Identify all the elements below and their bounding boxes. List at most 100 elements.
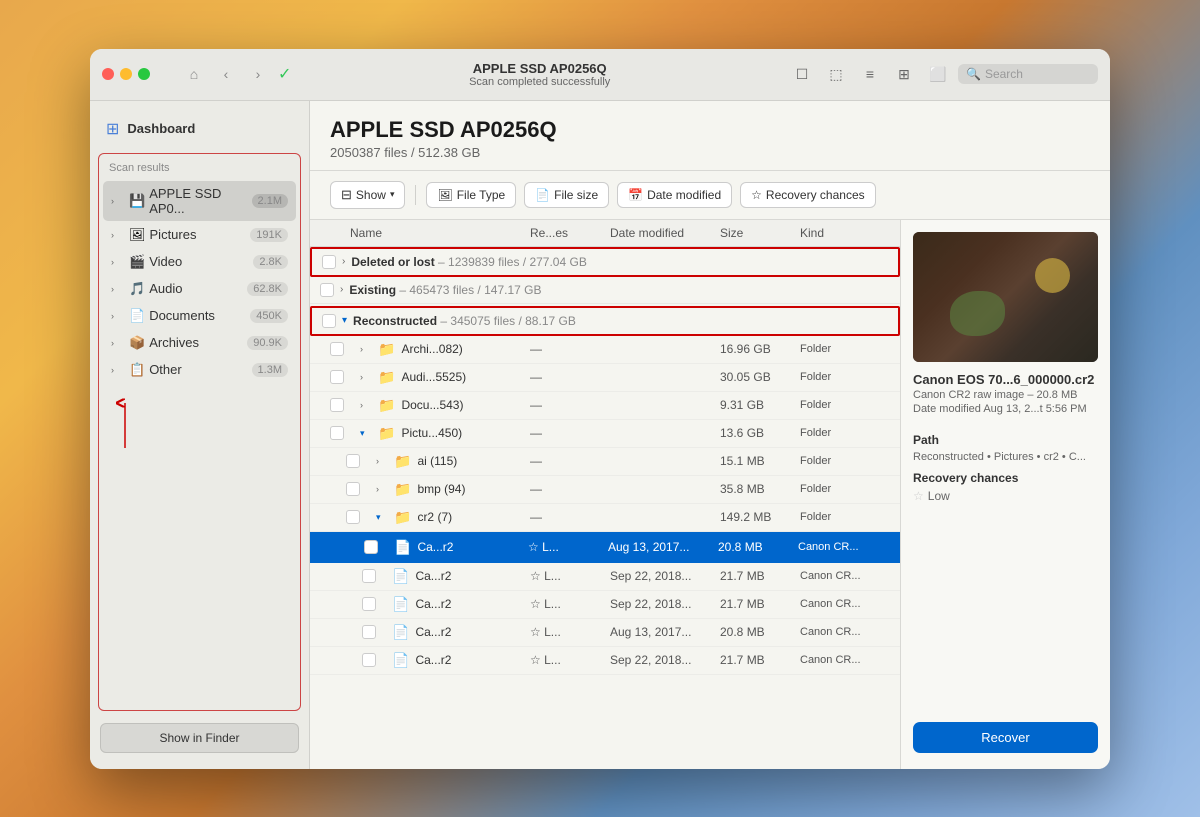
close-button[interactable] <box>102 68 114 80</box>
chevron-down-icon: ▾ <box>390 189 395 200</box>
folder-icon-ai: 📁 <box>394 453 411 470</box>
expand-arrow-icon: › <box>111 284 125 294</box>
group-deleted-checkbox[interactable] <box>322 255 336 269</box>
folder-icon-pictu: 📁 <box>378 425 395 442</box>
grid-view-button[interactable]: ⊞ <box>890 60 918 88</box>
list-header: Name Re...es Date modified Size Kind <box>310 220 900 247</box>
checkbox-ai[interactable] <box>346 454 360 468</box>
file-row-cr2-file2[interactable]: 📄 Ca...r2 ☆ L... Sep 22, 2018... 21.7 MB… <box>310 563 900 591</box>
recs-text-cr2-file2: L... <box>544 569 561 583</box>
kind-bmp: Folder <box>800 483 890 495</box>
file-name-text-bmp: bmp (94) <box>417 482 465 496</box>
minimize-button[interactable] <box>120 68 132 80</box>
sidebar-item-archives[interactable]: › 📦 Archives 90.9K <box>103 330 296 356</box>
file-name-text-ai: ai (115) <box>417 454 457 468</box>
maximize-button[interactable] <box>138 68 150 80</box>
file-doc-icon-cr2-file2: 📄 <box>392 568 409 585</box>
expand-toggle-docu: › <box>360 400 372 410</box>
kind-docu: Folder <box>800 399 890 411</box>
recs-column-header: Re...es <box>530 226 610 240</box>
show-in-finder-button[interactable]: Show in Finder <box>100 723 299 753</box>
right-panel: Canon EOS 70...6_000000.cr2 Canon CR2 ra… <box>900 220 1110 769</box>
sidebar-item-label-apple-ssd: APPLE SSD AP0... <box>149 186 247 216</box>
sidebar-item-apple-ssd[interactable]: › 💾 APPLE SSD AP0... 2.1M <box>103 181 296 221</box>
file-name-archi: › 📁 Archi...082) <box>360 341 530 358</box>
file-row-pictu[interactable]: ▾ 📁 Pictu...450) — 13.6 GB Folder <box>310 420 900 448</box>
file-row-cr2-file1[interactable]: ✓ 📄 Ca...r2 ☆ L... Aug 13, 2017... 20.8 … <box>310 532 900 563</box>
file-row-docu[interactable]: › 📁 Docu...543) — 9.31 GB Folder <box>310 392 900 420</box>
folder-icon-button[interactable]: ⬚ <box>822 60 850 88</box>
file-row-cr2-file5[interactable]: 📄 Ca...r2 ☆ L... Sep 22, 2018... 21.7 MB… <box>310 647 900 675</box>
group-reconstructed-checkbox[interactable] <box>322 314 336 328</box>
kind-cr2-file5: Canon CR... <box>800 654 890 666</box>
content-drive-title: APPLE SSD AP0256Q <box>330 117 1090 143</box>
checkbox-cr2-file1[interactable]: ✓ <box>364 540 378 554</box>
group-reconstructed[interactable]: ▾ Reconstructed – 345075 files / 88.17 G… <box>310 306 900 336</box>
sidebar-item-pictures[interactable]: › 🖼 Pictures 191K <box>103 222 296 248</box>
checkbox-cr2[interactable] <box>346 510 360 524</box>
sidebar-item-video[interactable]: › 🎬 Video 2.8K <box>103 249 296 275</box>
dashboard-button[interactable]: ⊞ Dashboard <box>90 113 309 145</box>
group-deleted[interactable]: › Deleted or lost – 1239839 files / 277.… <box>310 247 900 277</box>
file-name-text-pictu: Pictu...450) <box>401 426 462 440</box>
file-type-button[interactable]: 🖼 File Type <box>426 182 516 208</box>
checkbox-cr2-file4[interactable] <box>362 625 376 639</box>
checkbox-archi[interactable] <box>330 342 344 356</box>
file-name-text-cr2: cr2 (7) <box>417 510 452 524</box>
checkbox-cr2-file3[interactable] <box>362 597 376 611</box>
titlebar-drive-name: APPLE SSD AP0256Q <box>469 61 610 76</box>
checkbox-pictu[interactable] <box>330 426 344 440</box>
file-row-archi[interactable]: › 📁 Archi...082) — 16.96 GB Folder <box>310 336 900 364</box>
expand-arrow-icon: › <box>111 365 125 375</box>
checkbox-docu[interactable] <box>330 398 344 412</box>
recs-cr2-file3: ☆ L... <box>530 597 610 611</box>
file-name-text-audi: Audi...5525) <box>401 370 466 384</box>
forward-button[interactable]: › <box>246 62 270 86</box>
group-reconstructed-label: Reconstructed – 345075 files / 88.17 GB <box>353 314 576 328</box>
sidebar-item-audio[interactable]: › 🎵 Audio 62.8K <box>103 276 296 302</box>
folder-icon-cr2: 📁 <box>394 509 411 526</box>
name-column-header[interactable]: Name <box>350 226 530 240</box>
file-row-cr2-file4[interactable]: 📄 Ca...r2 ☆ L... Aug 13, 2017... 20.8 MB… <box>310 619 900 647</box>
show-filter-button[interactable]: ⊟ Show ▾ <box>330 181 405 209</box>
group-existing[interactable]: › Existing – 465473 files / 147.17 GB <box>310 277 900 304</box>
panel-view-button[interactable]: ⬜ <box>924 60 952 88</box>
search-input[interactable] <box>985 67 1090 81</box>
file-info-date: Date modified Aug 13, 2...t 5:56 PM <box>913 403 1098 415</box>
group-existing-checkbox[interactable] <box>320 283 334 297</box>
recover-button[interactable]: Recover <box>913 722 1098 753</box>
file-size-button[interactable]: 📄 File size <box>524 182 609 208</box>
search-box[interactable]: 🔍 <box>958 64 1098 84</box>
video-icon: 🎬 <box>129 254 145 270</box>
checkbox-cr2-file2[interactable] <box>362 569 376 583</box>
content-header: APPLE SSD AP0256Q 2050387 files / 512.38… <box>310 101 1110 171</box>
recovery-chances-button[interactable]: ☆ Recovery chances <box>740 182 875 208</box>
file-row-ai[interactable]: › 📁 ai (115) — 15.1 MB Folder <box>310 448 900 476</box>
file-row-cr2[interactable]: ▾ 📁 cr2 (7) — 149.2 MB Folder <box>310 504 900 532</box>
size-archi: 16.96 GB <box>720 342 800 356</box>
file-list[interactable]: Name Re...es Date modified Size Kind › D… <box>310 220 900 769</box>
checkbox-audi[interactable] <box>330 370 344 384</box>
star-filter-icon: ☆ <box>751 188 762 202</box>
back-button[interactable]: ‹ <box>214 62 238 86</box>
checkbox-cr2-file5[interactable] <box>362 653 376 667</box>
recovery-chances-label: Recovery chances <box>913 471 1098 485</box>
checkbox-bmp[interactable] <box>346 482 360 496</box>
file-icon-button[interactable]: ☐ <box>788 60 816 88</box>
home-button[interactable]: ⌂ <box>182 62 206 86</box>
toolbar-right: ☐ ⬚ ≡ ⊞ ⬜ 🔍 <box>788 60 1098 88</box>
list-view-button[interactable]: ≡ <box>856 60 884 88</box>
sidebar-item-other[interactable]: › 📋 Other 1.3M <box>103 357 296 383</box>
group-reconstructed-name: Reconstructed <box>353 314 437 328</box>
file-name-text-cr2-file5: Ca...r2 <box>415 653 451 667</box>
file-row-cr2-file3[interactable]: 📄 Ca...r2 ☆ L... Sep 22, 2018... 21.7 MB… <box>310 591 900 619</box>
file-row-bmp[interactable]: › 📁 bmp (94) — 35.8 MB Folder <box>310 476 900 504</box>
date-modified-button[interactable]: 📅 Date modified <box>617 182 732 208</box>
dashboard-grid-icon: ⊞ <box>106 119 119 139</box>
recs-cr2-file4: ☆ L... <box>530 625 610 639</box>
other-icon: 📋 <box>129 362 145 378</box>
kind-cr2: Folder <box>800 511 890 523</box>
file-size-icon: 📄 <box>535 188 550 202</box>
file-row-audi[interactable]: › 📁 Audi...5525) — 30.05 GB Folder <box>310 364 900 392</box>
sidebar-item-documents[interactable]: › 📄 Documents 450K <box>103 303 296 329</box>
